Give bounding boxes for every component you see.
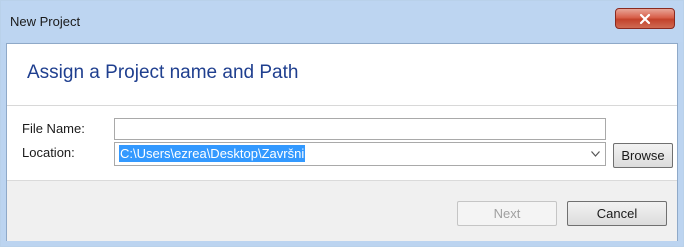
next-button[interactable]: Next [457,201,557,226]
dialog-heading: Assign a Project name and Path [27,62,299,83]
location-combobox[interactable]: C:\Users\ezrea\Desktop\Završni [114,142,606,166]
chevron-down-icon [590,151,600,157]
browse-button[interactable]: Browse [613,143,673,168]
dialog-footer: Next Cancel [7,180,677,241]
close-icon [639,13,651,24]
location-label: Location: [22,145,75,160]
project-form: File Name: Location: C:\Users\ezrea\Desk… [7,106,677,180]
new-project-dialog: New Project Assign a Project name and Pa… [0,0,684,247]
file-name-input[interactable] [114,118,606,140]
window-title: New Project [10,14,81,29]
location-value[interactable]: C:\Users\ezrea\Desktop\Završni [119,145,306,162]
cancel-button[interactable]: Cancel [567,201,667,226]
close-button[interactable] [615,8,675,29]
header-band: Assign a Project name and Path [7,44,677,106]
location-dropdown-button[interactable] [585,143,605,165]
file-name-label: File Name: [22,121,85,136]
title-bar[interactable]: New Project [1,1,683,42]
dialog-body: Assign a Project name and Path File Name… [6,43,678,241]
